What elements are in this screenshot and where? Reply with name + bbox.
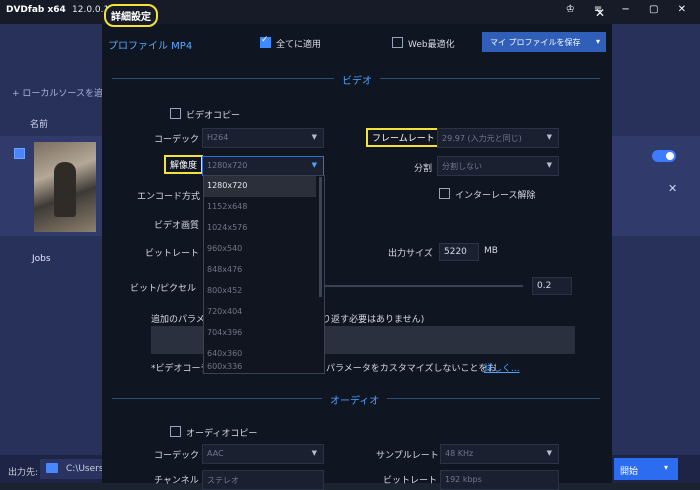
dialog-close-icon[interactable]: ✕ bbox=[595, 6, 605, 20]
channel-label: チャンネル bbox=[154, 476, 199, 486]
extra-params-label: 追加のパラメ bbox=[151, 315, 205, 325]
learn-more-link[interactable]: 詳しく... bbox=[484, 361, 520, 374]
resolution-option[interactable]: 800x452 bbox=[204, 281, 316, 302]
resolution-select[interactable]: 1280x720 ▼ bbox=[202, 156, 324, 176]
bits-per-pixel-input[interactable]: 0.2 bbox=[532, 277, 572, 295]
app-logo: DVDfab x64 bbox=[6, 5, 66, 15]
channel-value: ステレオ bbox=[207, 476, 239, 485]
apply-all-label: 全てに適用 bbox=[276, 40, 322, 50]
output-path-text: C:\Users bbox=[66, 464, 104, 474]
add-local-source-button[interactable]: + ローカルソースを追加 bbox=[12, 86, 112, 99]
video-quality-label: ビデオ画質 bbox=[154, 221, 200, 231]
output-size-value: 5220 bbox=[444, 247, 467, 257]
resolution-option[interactable]: 720x404 bbox=[204, 302, 316, 323]
output-size-label: 出力サイズ bbox=[388, 249, 433, 259]
output-size-input[interactable]: 5220 bbox=[439, 243, 479, 261]
audio-bitrate-select[interactable]: 192 kbps bbox=[440, 470, 559, 490]
video-section-title: ビデオ bbox=[334, 72, 380, 87]
web-optimize-label: Web最適化 bbox=[408, 40, 455, 50]
bits-per-pixel-slider[interactable] bbox=[323, 285, 523, 287]
task-toggle[interactable] bbox=[652, 150, 676, 162]
audio-codec-select[interactable]: AAC ▼ bbox=[202, 444, 324, 464]
audio-bitrate-label: ビットレート bbox=[383, 476, 438, 486]
framerate-value: 29.97 (入力元と同じ) bbox=[442, 134, 522, 143]
resolution-option[interactable]: 960x540 bbox=[204, 239, 316, 260]
deinterlace-label: インターレース解除 bbox=[455, 191, 536, 201]
save-profile-label: マイ プロファイルを保存 bbox=[490, 38, 581, 47]
split-select[interactable]: 分割しない ▼ bbox=[437, 156, 559, 176]
save-profile-button[interactable]: マイ プロファイルを保存 ▾ bbox=[482, 32, 606, 52]
audio-copy-checkbox[interactable] bbox=[170, 426, 181, 437]
chevron-down-icon: ▼ bbox=[546, 133, 552, 141]
apply-all-checkbox[interactable] bbox=[260, 35, 271, 48]
sample-rate-select[interactable]: 48 KHz ▼ bbox=[440, 444, 559, 464]
task-checkbox[interactable] bbox=[14, 148, 25, 159]
bits-per-pixel-label: ビット/ピクセル bbox=[130, 284, 197, 294]
video-bitrate-label: ビットレート bbox=[145, 249, 200, 259]
resolution-option[interactable]: 600x336 bbox=[204, 362, 316, 373]
chevron-down-icon: ▼ bbox=[311, 133, 317, 141]
audio-section-title: オーディオ bbox=[322, 392, 388, 407]
video-copy-label: ビデオコピー bbox=[186, 111, 241, 121]
video-thumbnail bbox=[34, 142, 96, 232]
encode-method-label: エンコード方式 bbox=[137, 192, 201, 202]
column-header-name: 名前 bbox=[30, 120, 49, 130]
bits-per-pixel-value: 0.2 bbox=[537, 281, 552, 291]
chevron-down-icon: ▼ bbox=[546, 161, 552, 169]
jobs-label: Jobs bbox=[32, 254, 51, 264]
start-dropdown-icon[interactable]: ▾ bbox=[664, 463, 668, 472]
dialog-title: 詳細設定 bbox=[104, 4, 158, 27]
resolution-option[interactable]: 848x476 bbox=[204, 260, 316, 281]
video-codec-note: *ビデオコーデ bbox=[151, 364, 210, 374]
split-value: 分割しない bbox=[442, 162, 482, 171]
sample-rate-label: サンプルレート bbox=[376, 451, 439, 461]
resolution-dropdown-list: 1280x720 1152x648 1024x576 960x540 848x4… bbox=[203, 175, 325, 374]
folder-icon[interactable] bbox=[46, 463, 58, 473]
resolution-option[interactable]: 1280x720 bbox=[204, 176, 316, 197]
resolution-value: 1280x720 bbox=[207, 161, 248, 170]
video-codec-value: H264 bbox=[207, 133, 229, 142]
extra-params-note: り返す必要はありません) bbox=[322, 315, 425, 325]
video-copy-checkbox[interactable] bbox=[170, 108, 181, 119]
customize-note: パラメータをカスタマイズしないことをお bbox=[326, 364, 497, 374]
video-codec-label: コーデック bbox=[154, 135, 200, 145]
resolution-option[interactable]: 1152x648 bbox=[204, 197, 316, 218]
resolution-option[interactable]: 704x396 bbox=[204, 323, 316, 344]
chevron-down-icon: ▾ bbox=[595, 37, 600, 46]
sample-rate-value: 48 KHz bbox=[445, 449, 474, 458]
audio-codec-value: AAC bbox=[207, 449, 224, 458]
video-codec-select[interactable]: H264 ▼ bbox=[202, 128, 324, 148]
chevron-down-icon: ▼ bbox=[311, 161, 317, 169]
profile-name: プロファイル MP4 bbox=[108, 41, 193, 52]
start-button-label: 開始 bbox=[620, 467, 639, 477]
framerate-select[interactable]: 29.97 (入力元と同じ) ▼ bbox=[437, 128, 559, 148]
deinterlace-checkbox[interactable] bbox=[439, 188, 450, 199]
audio-copy-label: オーディオコピー bbox=[186, 429, 258, 439]
chevron-down-icon: ▼ bbox=[311, 449, 317, 457]
output-label: 出力先: bbox=[8, 468, 39, 478]
chevron-down-icon: ▼ bbox=[546, 449, 552, 457]
output-size-unit: MB bbox=[484, 246, 498, 256]
web-optimize-checkbox[interactable] bbox=[392, 37, 403, 48]
dropdown-scrollbar[interactable] bbox=[319, 177, 322, 297]
resolution-label: 解像度 bbox=[164, 155, 204, 174]
remove-task-icon[interactable]: ✕ bbox=[668, 182, 677, 195]
audio-codec-label: コーデック bbox=[154, 451, 200, 461]
window-controls[interactable]: ♔ ≡ − ▢ ✕ bbox=[566, 4, 694, 15]
resolution-option[interactable]: 1024x576 bbox=[204, 218, 316, 239]
split-label: 分割 bbox=[414, 164, 433, 174]
framerate-label: フレームレート bbox=[366, 128, 441, 147]
channel-select[interactable]: ステレオ bbox=[202, 470, 324, 490]
